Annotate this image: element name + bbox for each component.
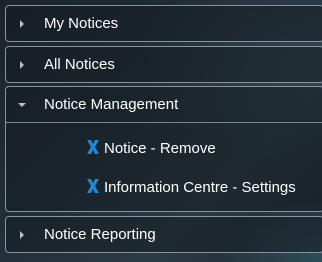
section-my-notices[interactable]: My Notices bbox=[5, 5, 322, 42]
x-icon bbox=[87, 140, 99, 154]
chevron-right-icon bbox=[20, 231, 24, 239]
menu-item-information-centre-settings[interactable]: Information Centre - Settings bbox=[86, 175, 321, 201]
section-header-notice-reporting[interactable]: Notice Reporting bbox=[6, 217, 322, 253]
section-header-my-notices[interactable]: My Notices bbox=[6, 6, 322, 42]
chevron-down-icon bbox=[18, 103, 26, 107]
section-all-notices[interactable]: All Notices bbox=[5, 46, 322, 83]
menu-item-label: Notice - Remove bbox=[104, 140, 216, 157]
section-label: All Notices bbox=[44, 56, 115, 73]
section-label: My Notices bbox=[44, 15, 119, 32]
section-notice-reporting[interactable]: Notice Reporting bbox=[5, 216, 322, 253]
section-label: Notice Management bbox=[44, 96, 179, 113]
chevron-right-icon bbox=[20, 61, 24, 69]
section-notice-management: Notice Management Notice - Remove Inform… bbox=[5, 86, 322, 212]
menu-item-notice-remove[interactable]: Notice - Remove bbox=[86, 136, 321, 162]
section-divider bbox=[6, 122, 322, 123]
chevron-right-icon bbox=[20, 20, 24, 28]
menu-item-label: Information Centre - Settings bbox=[104, 179, 296, 196]
section-header-all-notices[interactable]: All Notices bbox=[6, 47, 322, 83]
x-icon bbox=[87, 179, 99, 193]
section-header-notice-management[interactable]: Notice Management bbox=[6, 87, 322, 123]
section-label: Notice Reporting bbox=[44, 226, 156, 243]
